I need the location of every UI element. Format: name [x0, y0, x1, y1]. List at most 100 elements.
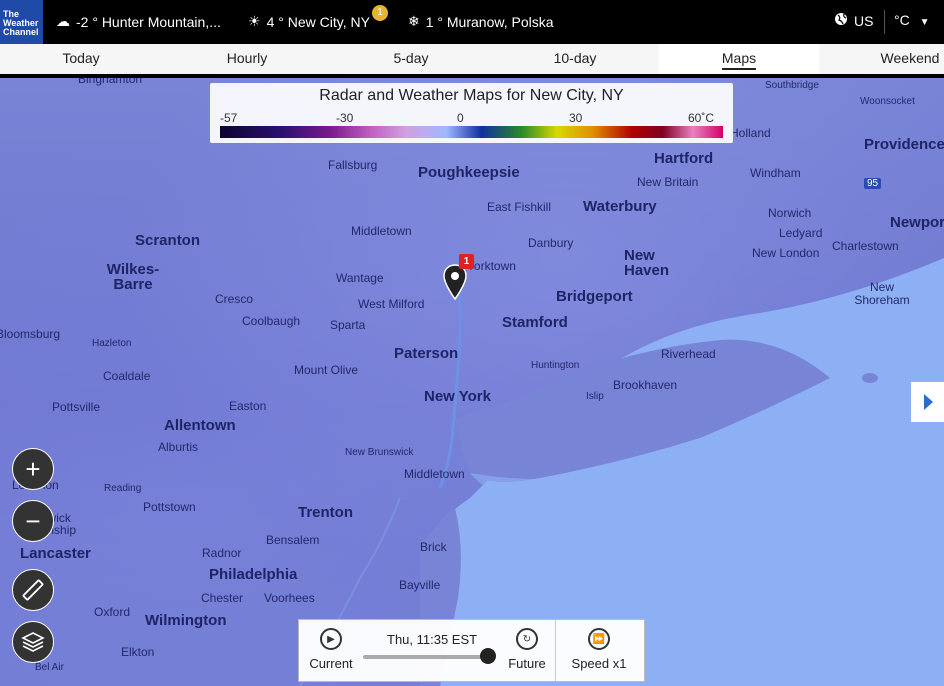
legend-tick: -30	[336, 111, 354, 125]
speed-label: Speed x1	[571, 656, 627, 671]
tab-hourly[interactable]: Hourly	[165, 44, 329, 74]
location-pin-icon[interactable]	[443, 264, 467, 300]
legend-tick: 30	[569, 111, 583, 125]
weather-channel-logo[interactable]: The Weather Channel	[0, 0, 43, 44]
map-label: Waterbury	[583, 198, 657, 215]
future-label: Future	[508, 656, 546, 671]
legend-title: Radar and Weather Maps for New City, NY	[319, 87, 624, 104]
speed-button[interactable]: ⏩ Speed x1	[567, 628, 631, 671]
map-label: West Milford	[358, 297, 425, 311]
map-label: Alburtis	[158, 440, 199, 454]
zoom-in-button[interactable]: +	[12, 448, 54, 490]
current-button[interactable]: ▶ Current	[307, 628, 355, 671]
tab-5-day[interactable]: 5-day	[329, 44, 493, 74]
region-label: US	[854, 12, 874, 29]
map-label: Binghamton	[78, 78, 143, 86]
map-label: Bensalem	[266, 533, 320, 547]
play-icon: ▶	[320, 628, 342, 650]
pin-alert-badge[interactable]: 1	[459, 254, 474, 269]
timeline-slider-thumb[interactable]	[480, 648, 496, 664]
legend-tick: 0	[457, 111, 464, 125]
chevron-right-icon	[923, 394, 933, 410]
map-label: Providence	[864, 136, 944, 153]
map-label: Middletown	[351, 224, 412, 238]
legend-ticks: -57 -30 0 30 60˚C	[220, 111, 723, 125]
location-text: -2 ° Hunter Mountain,...	[76, 13, 221, 30]
player-divider	[555, 620, 556, 681]
location-hunter-mountain[interactable]: ☁ -2 ° Hunter Mountain,...	[56, 13, 221, 30]
tab-10-day[interactable]: 10-day	[493, 44, 657, 74]
location-new-city[interactable]: ☀ 4 ° New City, NY	[248, 13, 370, 30]
location-text: 1 ° Muranow, Polska	[425, 13, 554, 30]
ruler-icon	[22, 579, 44, 601]
weather-map[interactable]: Binghamton Southbridge Woonsocket Hollan…	[0, 78, 944, 686]
map-label: Lancaster	[20, 545, 91, 562]
map-label: New Brunswick	[345, 447, 414, 458]
timeline-track[interactable]	[363, 655, 489, 659]
map-label: Fallsburg	[328, 158, 378, 172]
fast-forward-icon: ⏩	[588, 628, 610, 650]
sun-icon: ☀	[248, 13, 261, 29]
map-label: Coaldale	[103, 369, 151, 383]
location-muranow[interactable]: ❄ 1 ° Muranow, Polska	[408, 13, 554, 30]
map-label: Philadelphia	[209, 566, 298, 583]
map-label: Cresco	[215, 292, 254, 306]
map-label: Paterson	[394, 345, 459, 362]
timeline-time: Thu, 11:35 EST	[387, 632, 478, 647]
measure-button[interactable]	[12, 569, 54, 611]
map-label: Chester	[201, 591, 244, 605]
map-label: New Shoreham	[854, 280, 910, 307]
map-label: Reading	[104, 483, 142, 494]
tab-weekend[interactable]: Weekend	[860, 44, 944, 74]
map-label: Islip	[586, 391, 604, 402]
map-label: Pottsville	[52, 400, 101, 414]
top-bar: The Weather Channel ☁ -2 ° Hunter Mounta…	[0, 0, 944, 44]
map-label: Easton	[229, 399, 267, 413]
map-label: Newport	[890, 214, 944, 231]
region-selector[interactable]: US	[834, 12, 873, 29]
map-label: Scranton	[135, 232, 201, 249]
layers-button[interactable]	[12, 621, 54, 663]
zoom-out-button[interactable]: −	[12, 500, 54, 542]
unit-label: °C	[894, 12, 910, 28]
temperature-legend: Radar and Weather Maps for New City, NY …	[210, 83, 733, 143]
map-label: Yorktown	[467, 259, 516, 273]
map-label: Hartford	[654, 150, 714, 167]
tab-maps[interactable]: Maps	[659, 44, 819, 74]
tab-today[interactable]: Today	[0, 44, 162, 74]
map-label: Brick	[420, 540, 447, 554]
map-label: Bayville	[399, 578, 441, 592]
map-label: Wilkes-Barre	[106, 261, 160, 293]
globe-icon	[834, 12, 848, 29]
location-text: 4 ° New City, NY	[266, 13, 370, 30]
plus-icon: +	[25, 453, 41, 484]
expand-panel-button[interactable]	[911, 382, 944, 422]
map-label: Southbridge	[765, 80, 819, 91]
timeline-player: ▶ Current Thu, 11:35 EST ↻ Future ⏩ Spee…	[298, 619, 645, 682]
cloud-icon: ☁	[56, 13, 70, 29]
map-label: Woonsocket	[860, 96, 915, 107]
map-label: Bloomsburg	[0, 327, 61, 341]
future-button[interactable]: ↻ Future	[503, 628, 551, 671]
map-label: Windham	[750, 166, 801, 180]
map-label: Radnor	[202, 546, 242, 560]
map-label: Allentown	[164, 417, 236, 434]
alert-badge[interactable]: 1	[372, 5, 388, 21]
map-label: Voorhees	[264, 591, 315, 605]
minus-icon: −	[25, 505, 41, 536]
map-label: Norwich	[768, 206, 812, 220]
map-label: Mount Olive	[294, 363, 359, 377]
map-label: Elkton	[121, 645, 155, 659]
layers-icon	[21, 632, 45, 652]
map-label: Stamford	[502, 314, 568, 331]
map-label: Charlestown	[832, 239, 899, 253]
unit-selector[interactable]: °C ▼	[894, 12, 930, 28]
map-label: Danbury	[528, 236, 574, 250]
header-divider	[884, 10, 885, 34]
map-label: Wantage	[336, 271, 384, 285]
map-label: Coolbaugh	[242, 314, 301, 328]
map-label: Sparta	[330, 318, 366, 332]
map-label: Brookhaven	[613, 378, 678, 392]
logo-line-3: Channel	[3, 27, 39, 37]
map-label: New London	[752, 246, 820, 260]
